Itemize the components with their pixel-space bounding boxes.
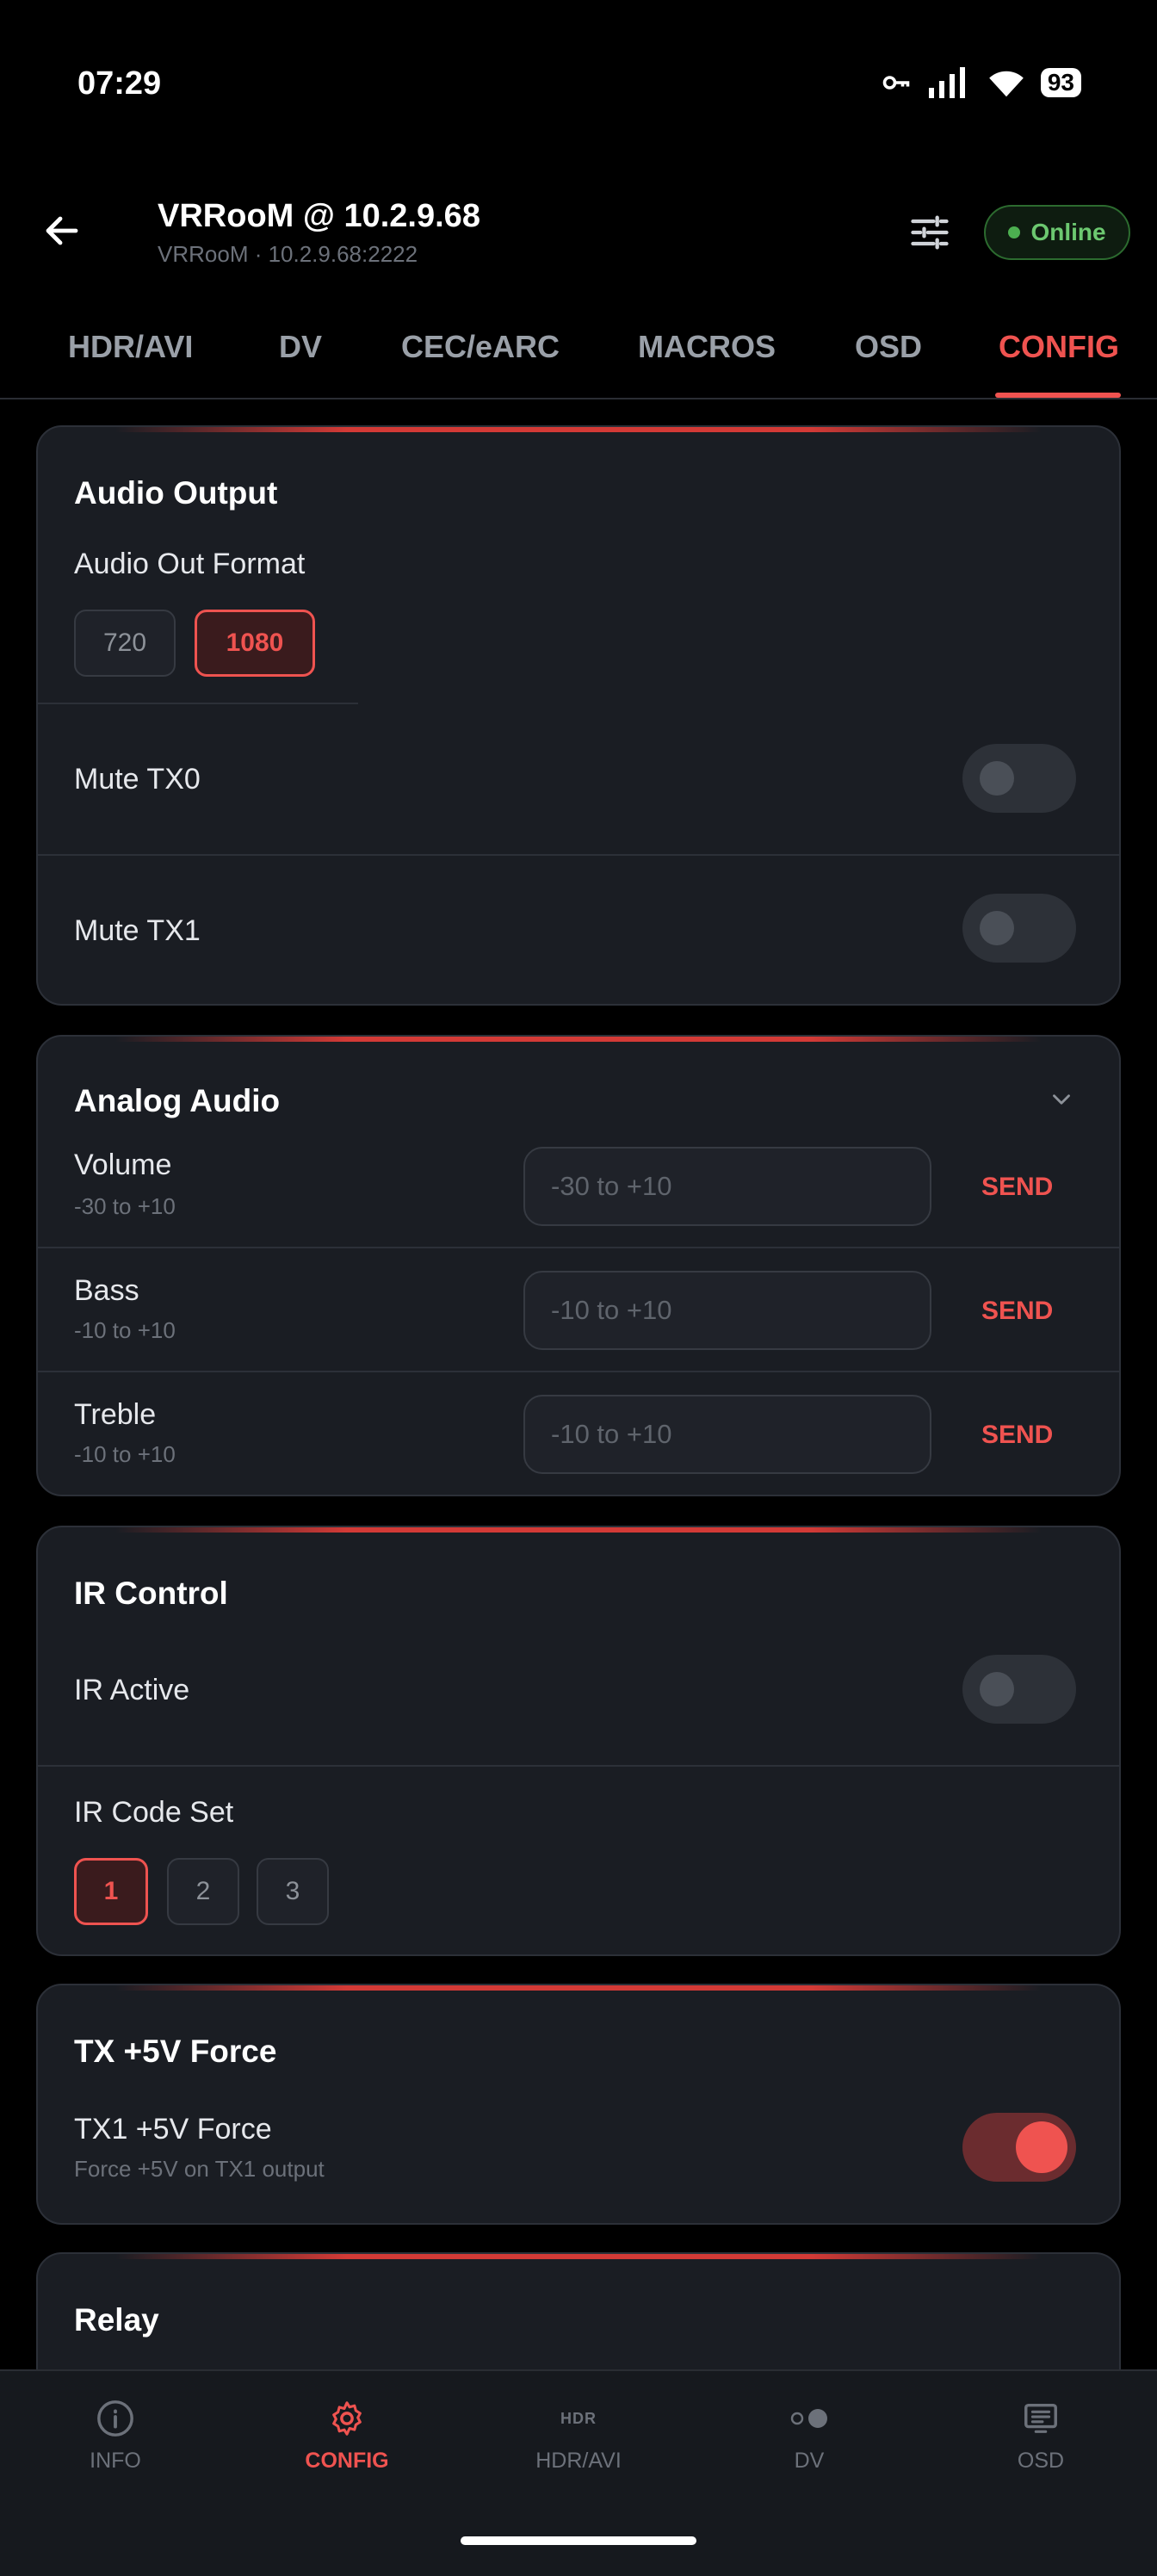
divider xyxy=(38,1371,1119,1372)
mute-tx0-label: Mute TX0 xyxy=(74,763,201,796)
treble-input[interactable] xyxy=(525,1396,930,1472)
treble-send-button[interactable]: SEND xyxy=(981,1421,1053,1450)
toggle-knob xyxy=(980,1672,1014,1706)
volume-input[interactable] xyxy=(525,1149,930,1224)
bass-label: Bass xyxy=(74,1274,139,1307)
ir-code-chip-1[interactable]: 1 xyxy=(74,1858,148,1925)
card-title: IR Control xyxy=(74,1576,228,1611)
ir-active-toggle[interactable] xyxy=(962,1655,1076,1724)
format-chip-1080[interactable]: 1080 xyxy=(195,610,315,677)
bottom-nav: INFO CONFIG HDR HDR/AVI DV OSD xyxy=(0,2369,1157,2576)
mute-tx0-toggle[interactable] xyxy=(962,744,1076,813)
status-bar: 07:29 93 xyxy=(0,0,1157,172)
active-tab-indicator xyxy=(995,393,1121,398)
tab-hdr-avi[interactable]: HDR/AVI xyxy=(68,329,193,365)
hdr-icon: HDR xyxy=(560,2397,597,2440)
nav-item-label: OSD xyxy=(1017,2449,1065,2473)
nav-item-label: CONFIG xyxy=(305,2449,389,2473)
page-subtitle: VRRooM · 10.2.9.68:2222 xyxy=(158,241,418,267)
signal-icon xyxy=(928,67,965,98)
nav-item-dv[interactable]: DV xyxy=(723,2397,895,2474)
divider xyxy=(38,854,1119,856)
card-title: Analog Audio xyxy=(74,1083,281,1118)
vpn-key-icon xyxy=(882,76,910,90)
status-time: 07:29 xyxy=(77,65,162,102)
nav-item-label: INFO xyxy=(90,2449,141,2473)
battery-level: 93 xyxy=(1040,68,1081,97)
ir-code-set-label: IR Code Set xyxy=(74,1796,234,1829)
divider xyxy=(38,1247,1119,1248)
hdr-icon-text: HDR xyxy=(560,2409,597,2427)
card-title: Relay xyxy=(74,2302,159,2338)
ir-control-card: IR Control IR Active IR Code Set 1 2 3 xyxy=(36,1526,1121,1956)
tab-config[interactable]: CONFIG xyxy=(999,329,1119,365)
tab-macros[interactable]: MACROS xyxy=(638,329,776,365)
top-tab-bar: HDR/AVI DV CEC/eARC MACROS OSD CONFIG xyxy=(0,310,1157,399)
ir-active-label: IR Active xyxy=(74,1674,190,1706)
toggle-dots-icon xyxy=(787,2397,832,2440)
status-badge: Online xyxy=(984,205,1130,260)
nav-item-label: HDR/AVI xyxy=(535,2449,622,2473)
volume-send-button[interactable]: SEND xyxy=(981,1173,1053,1202)
toggle-knob xyxy=(980,761,1014,796)
online-dot-icon xyxy=(1008,226,1021,238)
tune-icon xyxy=(911,215,949,250)
status-icons: 93 xyxy=(881,67,1081,98)
nav-item-config[interactable]: CONFIG xyxy=(261,2397,433,2474)
home-indicator[interactable] xyxy=(461,2536,696,2545)
tx1-force-label: TX1 +5V Force xyxy=(74,2113,272,2146)
back-button[interactable] xyxy=(38,207,86,255)
tab-osd[interactable]: OSD xyxy=(855,329,922,365)
settings-tune-button[interactable] xyxy=(907,210,952,255)
mute-tx1-toggle[interactable] xyxy=(962,894,1076,963)
gear-icon xyxy=(327,2397,367,2440)
treble-range: -10 to +10 xyxy=(74,1441,176,1467)
app-header: VRRooM @ 10.2.9.68 VRRooM · 10.2.9.68:22… xyxy=(0,172,1157,293)
volume-range: -30 to +10 xyxy=(74,1193,176,1219)
status-badge-label: Online xyxy=(1030,219,1106,245)
audio-out-format-label: Audio Out Format xyxy=(74,548,306,580)
ir-code-chip-3[interactable]: 3 xyxy=(257,1858,329,1925)
toggle-knob xyxy=(980,911,1014,945)
analog-audio-card: Analog Audio Volume -30 to +10 SEND Bass… xyxy=(36,1035,1121,1496)
bass-range: -10 to +10 xyxy=(74,1317,176,1343)
tx1-force-description: Force +5V on TX1 output xyxy=(74,2156,325,2182)
treble-label: Treble xyxy=(74,1398,157,1431)
mute-tx1-label: Mute TX1 xyxy=(74,914,201,947)
tab-dv[interactable]: DV xyxy=(279,329,322,365)
nav-item-info[interactable]: INFO xyxy=(29,2397,201,2474)
audio-output-card: Audio Output Audio Out Format 720 1080 M… xyxy=(36,425,1121,1006)
treble-field[interactable] xyxy=(523,1395,931,1474)
page-title: VRRooM @ 10.2.9.68 xyxy=(158,198,480,234)
volume-label: Volume xyxy=(74,1149,172,1181)
nav-item-osd[interactable]: OSD xyxy=(955,2397,1127,2474)
bass-send-button[interactable]: SEND xyxy=(981,1297,1053,1326)
divider xyxy=(38,1765,1119,1767)
wifi-icon xyxy=(989,71,1024,97)
tab-cec-earc[interactable]: CEC/eARC xyxy=(401,329,560,365)
volume-field[interactable] xyxy=(523,1147,931,1226)
chevron-down-icon[interactable] xyxy=(1047,1085,1076,1118)
card-title: TX +5V Force xyxy=(74,2034,277,2069)
bass-input[interactable] xyxy=(525,1273,930,1348)
nav-item-hdr-avi[interactable]: HDR HDR/AVI xyxy=(492,2397,665,2474)
tx1-force-toggle[interactable] xyxy=(962,2113,1076,2182)
bass-field[interactable] xyxy=(523,1271,931,1350)
ir-code-chip-2[interactable]: 2 xyxy=(167,1858,239,1925)
divider xyxy=(38,703,358,704)
osd-icon xyxy=(1021,2397,1061,2440)
card-title: Audio Output xyxy=(74,475,278,511)
nav-item-label: DV xyxy=(794,2449,825,2473)
tx-force-card: TX +5V Force TX1 +5V Force Force +5V on … xyxy=(36,1984,1121,2225)
toggle-knob xyxy=(1016,2121,1067,2173)
arrow-left-icon xyxy=(46,216,78,245)
info-icon xyxy=(96,2397,135,2440)
format-chip-720[interactable]: 720 xyxy=(74,610,176,677)
